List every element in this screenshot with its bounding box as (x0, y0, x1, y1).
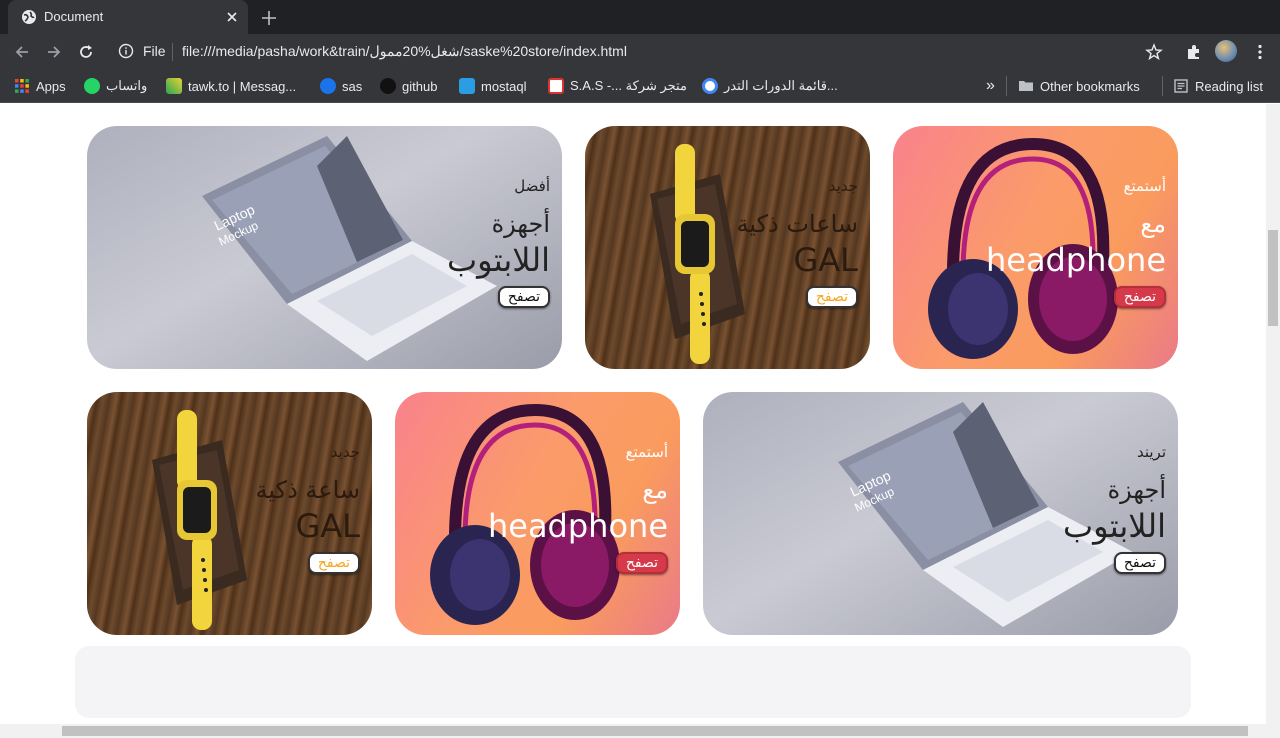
card-heading: مع (642, 476, 668, 504)
bookmark-other[interactable]: Other bookmarks (1018, 77, 1140, 95)
card-subheading: اللابتوب (1063, 507, 1166, 545)
product-card-headphone: أستمتع مع headphone تصفح (893, 126, 1178, 369)
whatsapp-icon (84, 78, 100, 94)
play-icon (320, 78, 336, 94)
bookmark-label: Apps (36, 78, 66, 94)
card-subheading: headphone (985, 241, 1166, 279)
card-heading: أجهزة (1107, 476, 1166, 504)
watch-image (152, 410, 247, 630)
bookmark-label: mostaql (481, 78, 527, 94)
reading-list-icon (1174, 79, 1188, 93)
tawkto-icon (166, 78, 182, 94)
arrow-right-icon[interactable] (44, 42, 64, 62)
bookmark-label: Other bookmarks (1040, 78, 1140, 94)
card-kicker: جديد (828, 177, 858, 195)
address-separator (172, 43, 173, 61)
avatar[interactable] (1215, 40, 1237, 62)
apps-grid-icon (15, 79, 29, 93)
vertical-scroll-thumb[interactable] (1268, 230, 1278, 326)
product-card-watch: جديد ساعة ذكية GAL تصفح (87, 392, 372, 635)
close-icon[interactable] (224, 9, 240, 25)
bookmark-label: قائمة الدورات التدر... (724, 78, 838, 93)
card-kicker: جديد (330, 443, 360, 461)
tab-title: Document (44, 9, 104, 24)
horizontal-scroll-thumb[interactable] (62, 726, 1248, 736)
browser-toolbar: File file:///media/pasha/work&train/شغل%… (0, 34, 1280, 70)
card-heading: أجهزة (491, 210, 550, 238)
bookmark-label: tawk.to | Messag... (188, 78, 297, 94)
file-label: File (143, 43, 166, 59)
bookmark-sas-store[interactable]: S.A.S -... متجر شركة (548, 77, 687, 95)
card-subheading: GAL (793, 241, 858, 279)
card-heading: ساعات ذكية (736, 210, 859, 238)
bookmark-label: واتساب (106, 78, 148, 93)
bookmark-tawkto[interactable]: tawk.to | Messag... (166, 77, 296, 95)
card-text: أفضل أجهزة اللابتوب تصفح (447, 176, 550, 308)
browse-button[interactable]: تصفح (497, 286, 550, 308)
card-subheading: headphone (487, 507, 668, 545)
bookmark-mostaql[interactable]: mostaql (459, 77, 527, 95)
card-text: جديد ساعات ذكية GAL تصفح (736, 176, 859, 308)
product-card-laptop: Laptop Mockup أفضل أجهزة اللابتوب تصفح (87, 126, 562, 369)
new-tab-icon[interactable] (259, 8, 279, 28)
card-kicker: أستمتع (1123, 177, 1166, 195)
product-card-headphone: أستمتع مع headphone تصفح (395, 392, 680, 635)
bookmark-separator (1162, 76, 1163, 96)
mostaql-icon (459, 78, 475, 94)
bookmark-courses[interactable]: قائمة الدورات التدر... (702, 77, 838, 95)
browse-button[interactable]: تصفح (307, 552, 360, 574)
bookmark-label: github (402, 78, 438, 94)
bookmarks-bar: Apps واتساب tawk.to | Messag... sas gith… (0, 70, 1280, 103)
product-card-watch: جديد ساعات ذكية GAL تصفح (585, 126, 870, 369)
globe-icon (22, 10, 36, 24)
bookmark-sas[interactable]: sas (320, 77, 362, 95)
star-icon[interactable] (1144, 42, 1164, 62)
folder-icon (1019, 81, 1033, 91)
browse-button[interactable]: تصفح (1113, 286, 1166, 308)
page-viewport: Laptop Mockup أفضل أجهزة اللابتوب تصفح ج… (0, 104, 1266, 724)
card-text: جديد ساعة ذكية GAL تصفح (256, 442, 360, 574)
bookmark-separator (1006, 76, 1007, 96)
card-text: أستمتع مع headphone تصفح (488, 442, 668, 574)
card-kicker: أستمتع (625, 443, 668, 461)
bookmark-apps[interactable]: Apps (14, 77, 66, 95)
browse-button[interactable]: تصفح (1113, 552, 1166, 574)
card-kicker: تريند (1136, 443, 1166, 461)
vertical-scrollbar[interactable] (1266, 104, 1280, 724)
browse-button[interactable]: تصفح (805, 286, 858, 308)
info-icon[interactable] (118, 43, 134, 59)
card-text: تريند أجهزة اللابتوب تصفح (1063, 442, 1166, 574)
puzzle-icon[interactable] (1184, 42, 1204, 62)
reload-icon[interactable] (76, 42, 96, 62)
bookmark-label: S.A.S -... متجر شركة (570, 78, 687, 93)
card-subheading: GAL (295, 507, 360, 545)
bookmark-label: sas (342, 78, 363, 94)
bookmark-github[interactable]: github (380, 77, 437, 95)
tab-document[interactable]: Document (8, 0, 248, 34)
card-heading: مع (1140, 210, 1166, 238)
github-icon (380, 78, 396, 94)
address-bar[interactable]: file:///media/pasha/work&train/شغل%20ممو… (182, 43, 627, 60)
footer-section (75, 646, 1191, 718)
card-kicker: أفضل (514, 177, 550, 195)
kebab-icon[interactable] (1250, 42, 1270, 62)
card-subheading: اللابتوب (447, 241, 550, 279)
bookmark-label: Reading list (1195, 78, 1263, 94)
card-text: أستمتع مع headphone تصفح (986, 176, 1166, 308)
bookmark-reading-list[interactable]: Reading list (1173, 77, 1263, 95)
horizontal-scrollbar[interactable] (0, 724, 1280, 738)
product-card-laptop: Laptop Mockup تريند أجهزة اللابتوب تصفح (703, 392, 1178, 635)
arrow-left-icon[interactable] (12, 42, 32, 62)
browse-button[interactable]: تصفح (615, 552, 668, 574)
more-bookmarks-icon[interactable]: » (986, 77, 995, 95)
google-icon (702, 78, 718, 94)
sas-store-icon (548, 78, 564, 94)
tab-strip: Document (0, 0, 1280, 34)
card-heading: ساعة ذكية (255, 476, 360, 504)
bookmark-whatsapp[interactable]: واتساب (84, 77, 147, 95)
